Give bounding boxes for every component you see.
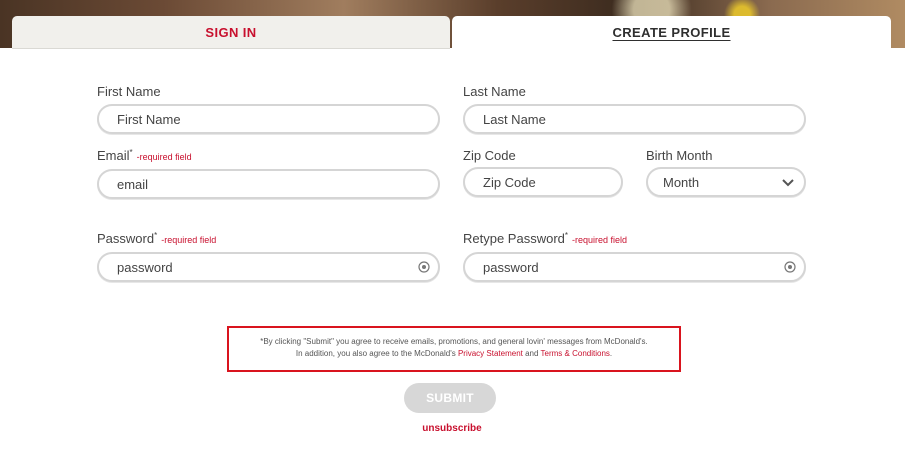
last-name-placeholder: Last Name <box>483 111 546 127</box>
password-required-note: -required field <box>161 235 217 245</box>
last-name-label: Last Name <box>463 84 526 99</box>
birth-month-label: Birth Month <box>646 148 713 163</box>
birth-month-value: Month <box>663 174 700 190</box>
email-placeholder: email <box>117 176 149 192</box>
password-label: Password* -required field <box>97 231 216 246</box>
unsubscribe-link[interactable]: unsubscribe <box>400 423 504 434</box>
first-name-field[interactable]: First Name <box>97 104 440 134</box>
email-required-marker: * <box>129 148 133 157</box>
consent-end: . <box>609 349 613 358</box>
password-label-text: Password <box>97 231 155 246</box>
birth-month-select[interactable]: Month <box>646 167 806 197</box>
first-name-label: First Name <box>97 84 161 99</box>
eye-icon[interactable] <box>784 261 796 273</box>
retype-password-placeholder: password <box>483 259 539 275</box>
chevron-down-icon <box>782 179 794 187</box>
consent-line-2: In addition, you also agree to the McDon… <box>229 348 679 360</box>
last-name-field[interactable]: Last Name <box>463 104 806 134</box>
password-field[interactable]: password <box>97 252 440 282</box>
retype-password-label: Retype Password* -required field <box>463 231 627 246</box>
privacy-statement-link[interactable]: Privacy Statement <box>458 349 523 358</box>
retype-password-field[interactable]: password <box>463 252 806 282</box>
consent-notice: *By clicking "Submit" you agree to recei… <box>227 326 681 372</box>
email-required-note: -required field <box>136 152 192 162</box>
consent-and: and <box>522 349 541 358</box>
first-name-placeholder: First Name <box>117 111 181 127</box>
zip-code-label: Zip Code <box>463 148 516 163</box>
zip-code-placeholder: Zip Code <box>483 174 536 190</box>
retype-password-required-note: -required field <box>572 235 628 245</box>
email-label-text: Email <box>97 148 130 163</box>
terms-conditions-link[interactable]: Terms & Conditions <box>541 349 610 358</box>
password-placeholder: password <box>117 259 173 275</box>
password-required-marker: * <box>154 231 158 240</box>
tab-create-profile[interactable]: CREATE PROFILE <box>452 16 891 49</box>
eye-icon[interactable] <box>418 261 430 273</box>
email-label: Email* -required field <box>97 148 192 163</box>
consent-line-2-prefix: In addition, you also agree to the McDon… <box>295 349 458 358</box>
retype-password-label-text: Retype Password <box>463 231 565 246</box>
tab-create-profile-label: CREATE PROFILE <box>612 25 731 40</box>
retype-password-required-marker: * <box>564 231 569 240</box>
zip-code-field[interactable]: Zip Code <box>463 167 623 197</box>
submit-button[interactable]: SUBMIT <box>404 383 496 413</box>
tab-sign-in[interactable]: SIGN IN <box>12 16 450 49</box>
email-field[interactable]: email <box>97 169 440 199</box>
consent-line-1: *By clicking "Submit" you agree to recei… <box>260 337 648 346</box>
